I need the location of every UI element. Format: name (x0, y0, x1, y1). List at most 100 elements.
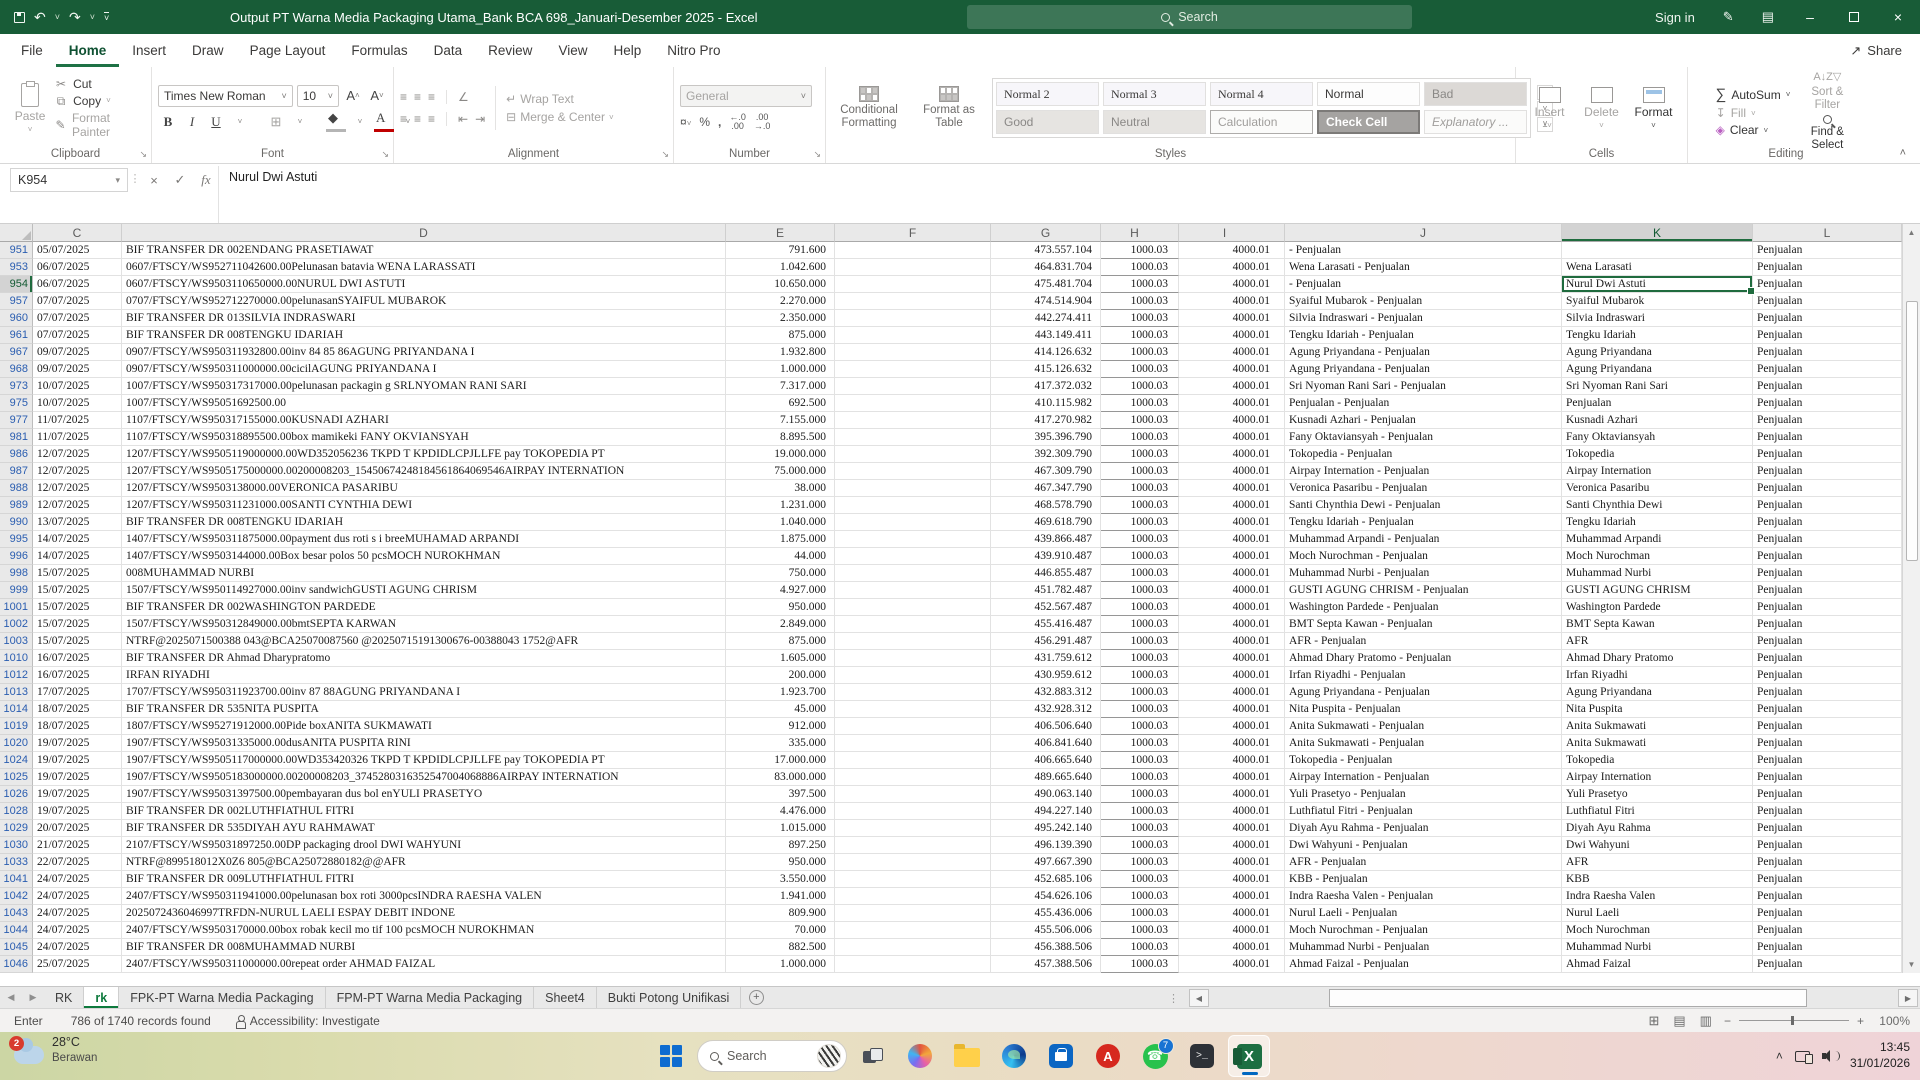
cell-E1012[interactable]: 200.000 (726, 667, 835, 684)
cell-C1046[interactable]: 25/07/2025 (33, 956, 122, 973)
cell-J961[interactable]: Tengku Idariah - Penjualan (1285, 327, 1562, 344)
cell-L1042[interactable]: Penjualan (1753, 888, 1902, 905)
cell-H973[interactable]: 1000.03 (1101, 378, 1179, 395)
cell-E1001[interactable]: 950.000 (726, 599, 835, 616)
tab-view[interactable]: View (545, 34, 600, 67)
cell-J1002[interactable]: BMT Septa Kawan - Penjualan (1285, 616, 1562, 633)
row-header-1043[interactable]: 1043 (0, 905, 33, 922)
cell-I988[interactable]: 4000.01 (1179, 480, 1285, 497)
cell-I1046[interactable]: 4000.01 (1179, 956, 1285, 973)
cell-F1044[interactable] (835, 922, 991, 939)
cell-C957[interactable]: 07/07/2025 (33, 293, 122, 310)
zoom-thumb[interactable] (1790, 1016, 1794, 1025)
cell-L1043[interactable]: Penjualan (1753, 905, 1902, 922)
cell-J968[interactable]: Agung Priyandana - Penjualan (1285, 361, 1562, 378)
cell-L1010[interactable]: Penjualan (1753, 650, 1902, 667)
style-normal[interactable]: Normal (1317, 82, 1420, 106)
cell-F996[interactable] (835, 548, 991, 565)
cut-button[interactable]: ✂ Cut (54, 77, 145, 91)
increase-indent-icon[interactable]: ⇥ (475, 112, 485, 126)
bold-button[interactable]: B (158, 112, 178, 132)
title-search-box[interactable]: Search (967, 5, 1412, 29)
cell-I1028[interactable]: 4000.01 (1179, 803, 1285, 820)
column-header-G[interactable]: G (991, 224, 1101, 242)
cell-G1020[interactable]: 406.841.640 (991, 735, 1101, 752)
cell-E987[interactable]: 75.000.000 (726, 463, 835, 480)
cell-K986[interactable]: Tokopedia (1562, 446, 1753, 463)
row-header-961[interactable]: 961 (0, 327, 33, 344)
cell-F1041[interactable] (835, 871, 991, 888)
cell-I996[interactable]: 4000.01 (1179, 548, 1285, 565)
cell-H995[interactable]: 1000.03 (1101, 531, 1179, 548)
font-name-combo[interactable]: Times New Roman ˅ (158, 84, 293, 107)
cell-I1014[interactable]: 4000.01 (1179, 701, 1285, 718)
cell-I951[interactable]: 4000.01 (1179, 242, 1285, 259)
cell-G1003[interactable]: 456.291.487 (991, 633, 1101, 650)
cell-I957[interactable]: 4000.01 (1179, 293, 1285, 310)
cell-L973[interactable]: Penjualan (1753, 378, 1902, 395)
cell-G1024[interactable]: 406.665.640 (991, 752, 1101, 769)
cell-E1002[interactable]: 2.849.000 (726, 616, 835, 633)
row-header-975[interactable]: 975 (0, 395, 33, 412)
cell-C987[interactable]: 12/07/2025 (33, 463, 122, 480)
cell-C951[interactable]: 05/07/2025 (33, 242, 122, 259)
fill-color-icon[interactable]: ◆ (326, 111, 346, 132)
cell-D968[interactable]: 0907/FTSCY/WS950311000000.00cicilAGUNG P… (122, 361, 726, 378)
cell-E1044[interactable]: 70.000 (726, 922, 835, 939)
column-header-E[interactable]: E (726, 224, 835, 242)
cell-I1042[interactable]: 4000.01 (1179, 888, 1285, 905)
cell-I1024[interactable]: 4000.01 (1179, 752, 1285, 769)
redo-dropdown-icon[interactable]: ˅ (90, 12, 95, 22)
cell-E1014[interactable]: 45.000 (726, 701, 835, 718)
percent-style-icon[interactable]: % (699, 115, 710, 129)
cell-C986[interactable]: 12/07/2025 (33, 446, 122, 463)
cell-L967[interactable]: Penjualan (1753, 344, 1902, 361)
cell-E951[interactable]: 791.600 (726, 242, 835, 259)
row-header-1026[interactable]: 1026 (0, 786, 33, 803)
cell-F1013[interactable] (835, 684, 991, 701)
cell-C1024[interactable]: 19/07/2025 (33, 752, 122, 769)
cell-F1028[interactable] (835, 803, 991, 820)
cell-K953[interactable]: Wena Larasati (1562, 259, 1753, 276)
cell-I975[interactable]: 4000.01 (1179, 395, 1285, 412)
cell-E1026[interactable]: 397.500 (726, 786, 835, 803)
cell-H957[interactable]: 1000.03 (1101, 293, 1179, 310)
wrap-text-button[interactable]: ↵ Wrap Text (506, 92, 613, 106)
cell-L1024[interactable]: Penjualan (1753, 752, 1902, 769)
cell-H1042[interactable]: 1000.03 (1101, 888, 1179, 905)
cell-J1012[interactable]: Irfan Riyadhi - Penjualan (1285, 667, 1562, 684)
cell-C1019[interactable]: 18/07/2025 (33, 718, 122, 735)
cell-L1013[interactable]: Penjualan (1753, 684, 1902, 701)
increase-font-icon[interactable]: A ˄ (343, 86, 363, 106)
cell-I973[interactable]: 4000.01 (1179, 378, 1285, 395)
tab-insert[interactable]: Insert (119, 34, 179, 67)
cell-H1014[interactable]: 1000.03 (1101, 701, 1179, 718)
vertical-scroll-thumb[interactable] (1905, 301, 1918, 561)
cell-E995[interactable]: 1.875.000 (726, 531, 835, 548)
cell-J996[interactable]: Moch Nurochman - Penjualan (1285, 548, 1562, 565)
cell-E989[interactable]: 1.231.000 (726, 497, 835, 514)
task-view-button[interactable] (852, 1035, 894, 1077)
align-center-icon[interactable]: ≡ (414, 112, 421, 126)
cell-F998[interactable] (835, 565, 991, 582)
format-as-table-button[interactable]: Format as Table (912, 86, 986, 130)
cell-H1041[interactable]: 1000.03 (1101, 871, 1179, 888)
cell-I981[interactable]: 4000.01 (1179, 429, 1285, 446)
tab-split-handle[interactable]: ⋮ (1160, 992, 1187, 1005)
row-header-1042[interactable]: 1042 (0, 888, 33, 905)
cell-H1044[interactable]: 1000.03 (1101, 922, 1179, 939)
cell-L988[interactable]: Penjualan (1753, 480, 1902, 497)
cell-J1028[interactable]: Luthfiatul Fitri - Penjualan (1285, 803, 1562, 820)
cell-I1012[interactable]: 4000.01 (1179, 667, 1285, 684)
row-header-1046[interactable]: 1046 (0, 956, 33, 973)
cell-F1029[interactable] (835, 820, 991, 837)
cell-L977[interactable]: Penjualan (1753, 412, 1902, 429)
cell-I987[interactable]: 4000.01 (1179, 463, 1285, 480)
cell-G960[interactable]: 442.274.411 (991, 310, 1101, 327)
clipboard-dialog-launcher-icon[interactable]: ↘ (139, 149, 147, 160)
tab-file[interactable]: File (8, 34, 56, 67)
row-header-996[interactable]: 996 (0, 548, 33, 565)
row-header-954[interactable]: 954 (0, 276, 33, 293)
cell-K1042[interactable]: Indra Raesha Valen (1562, 888, 1753, 905)
cell-E990[interactable]: 1.040.000 (726, 514, 835, 531)
